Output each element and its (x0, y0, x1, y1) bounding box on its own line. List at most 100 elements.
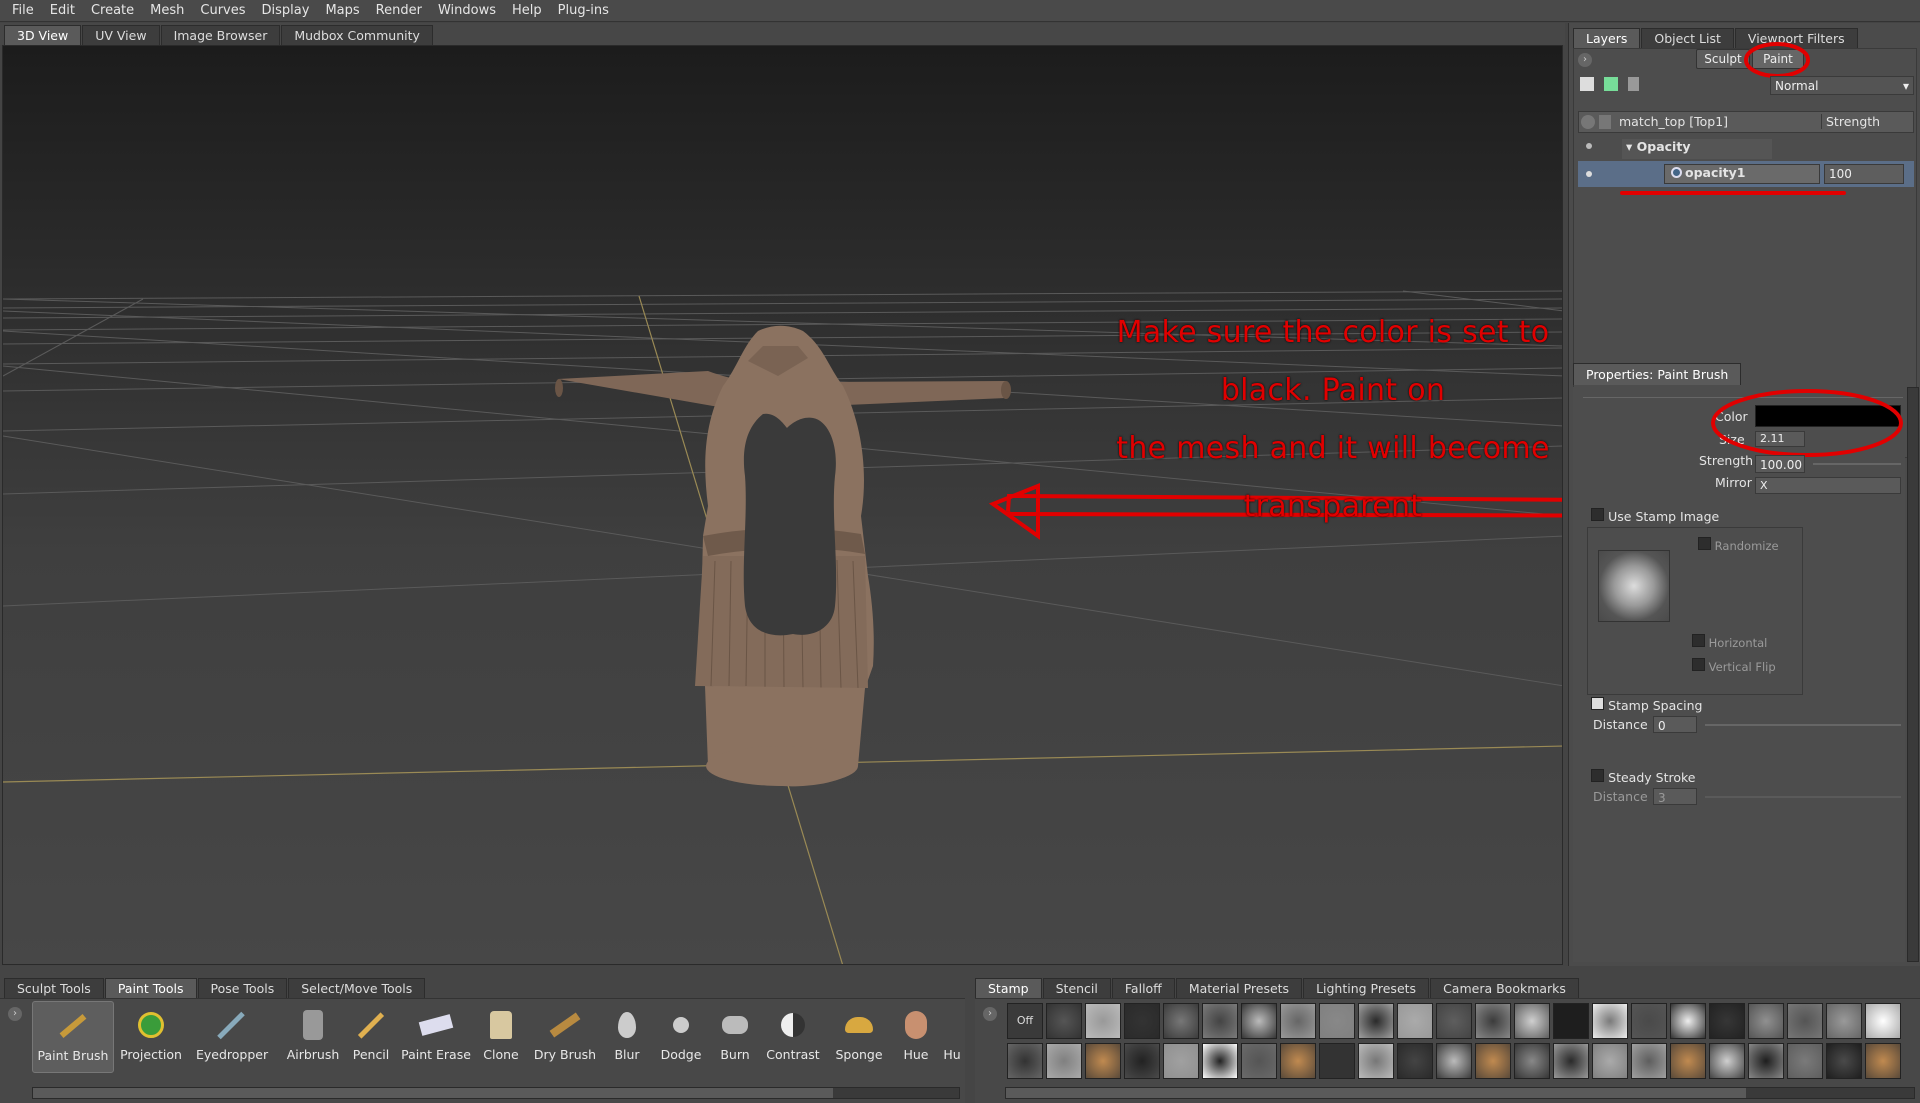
stamp-off-button[interactable]: Off (1007, 1003, 1043, 1039)
menu-plugins[interactable]: Plug-ins (550, 0, 617, 22)
new-layer-icon[interactable] (1580, 77, 1594, 91)
tools-scrollbar[interactable] (32, 1087, 960, 1099)
tab-falloff[interactable]: Falloff (1111, 978, 1175, 998)
visibility-dot-icon[interactable] (1586, 143, 1592, 149)
stamp-thumbnail[interactable] (1631, 1043, 1667, 1079)
stamp-thumbnail[interactable] (1553, 1003, 1589, 1039)
stamp-thumbnail[interactable] (1241, 1003, 1277, 1039)
stamp-thumbnail[interactable] (1085, 1043, 1121, 1079)
mirror-select[interactable]: X (1755, 477, 1901, 494)
tab-material-presets[interactable]: Material Presets (1175, 978, 1303, 998)
horizontal-checkbox[interactable] (1692, 634, 1705, 647)
stamp-thumbnail[interactable] (1631, 1003, 1667, 1039)
stamp-thumbnail[interactable] (1514, 1043, 1550, 1079)
shelf-collapse-icon[interactable]: › (983, 1007, 997, 1021)
vertical-flip-row[interactable]: Vertical Flip (1692, 658, 1776, 674)
stamp-thumbnail[interactable] (1670, 1003, 1706, 1039)
merge-layer-icon[interactable] (1604, 77, 1618, 91)
stamp-thumbnail[interactable] (1241, 1043, 1277, 1079)
tab-object-list[interactable]: Object List (1641, 28, 1734, 48)
randomize-checkbox[interactable] (1698, 537, 1711, 550)
blend-mode-select[interactable]: Normal ▾ (1770, 76, 1914, 95)
stamp-thumbnail[interactable] (1865, 1003, 1901, 1039)
scroll-thumb[interactable] (33, 1088, 833, 1098)
tool-contrast[interactable]: Contrast (758, 1001, 828, 1073)
layer-row-opacity1[interactable]: opacity1 100 (1578, 161, 1914, 187)
tool-projection[interactable]: Projection (116, 1001, 186, 1073)
stamp-spacing-row[interactable]: Stamp Spacing (1591, 697, 1702, 714)
menu-display[interactable]: Display (254, 0, 318, 22)
shelf-collapse-icon[interactable]: › (8, 1007, 22, 1021)
randomize-sliders[interactable] (1692, 556, 1802, 606)
stamp-thumbnail[interactable] (1748, 1043, 1784, 1079)
stamp-spacing-checkbox[interactable] (1591, 697, 1604, 710)
tab-sculpt-tools[interactable]: Sculpt Tools (4, 978, 104, 998)
tab-uv-view[interactable]: UV View (82, 25, 160, 45)
stamp-thumbnail[interactable] (1202, 1003, 1238, 1039)
tab-mudbox-community[interactable]: Mudbox Community (281, 25, 433, 45)
stamp-thumbnail[interactable] (1124, 1003, 1160, 1039)
stamp-thumbnail[interactable] (1709, 1003, 1745, 1039)
strength-field[interactable]: 100.00 (1755, 455, 1805, 473)
tab-camera-bookmarks[interactable]: Camera Bookmarks (1430, 978, 1579, 998)
stamp-thumbnail[interactable] (1397, 1003, 1433, 1039)
stamp-thumbnail[interactable] (1436, 1043, 1472, 1079)
stamp-thumbnail[interactable] (1475, 1043, 1511, 1079)
stamp-thumbnail[interactable] (1475, 1003, 1511, 1039)
stamp-thumbnail[interactable] (1046, 1003, 1082, 1039)
panel-collapse-icon[interactable]: › (1578, 53, 1592, 67)
steady-distance-slider[interactable] (1705, 796, 1901, 798)
menu-mesh[interactable]: Mesh (142, 0, 192, 22)
tool-paint-brush[interactable]: Paint Brush (32, 1001, 114, 1073)
menu-help[interactable]: Help (504, 0, 550, 22)
stamp-thumbnail[interactable] (1514, 1003, 1550, 1039)
horizontal-row[interactable]: Horizontal (1692, 634, 1767, 650)
stamp-thumbnail[interactable] (1358, 1003, 1394, 1039)
steady-stroke-checkbox[interactable] (1591, 769, 1604, 782)
stamp-thumbnail[interactable] (1280, 1003, 1316, 1039)
stamp-preview[interactable] (1598, 550, 1670, 622)
visibility-dot-icon[interactable] (1586, 171, 1592, 177)
lock-icon[interactable] (1599, 115, 1611, 129)
stamp-thumbnail[interactable] (1865, 1043, 1901, 1079)
stamp-thumbnail[interactable] (1592, 1043, 1628, 1079)
tab-3d-view[interactable]: 3D View (4, 25, 82, 45)
stamp-thumbnail[interactable] (1787, 1043, 1823, 1079)
menu-render[interactable]: Render (368, 0, 430, 22)
stamp-thumbnail[interactable] (1319, 1003, 1355, 1039)
tab-paint-tools[interactable]: Paint Tools (104, 978, 197, 998)
stamp-thumbnail[interactable] (1124, 1043, 1160, 1079)
tab-image-browser[interactable]: Image Browser (160, 25, 281, 45)
tool-eyedropper[interactable]: Eyedropper (196, 1001, 268, 1073)
layer-strength-field[interactable]: 100 (1824, 164, 1904, 184)
stamp-thumbnail[interactable] (1787, 1003, 1823, 1039)
tab-stencil[interactable]: Stencil (1042, 978, 1111, 998)
tab-lighting-presets[interactable]: Lighting Presets (1303, 978, 1430, 998)
menu-maps[interactable]: Maps (317, 0, 367, 22)
tab-stamp[interactable]: Stamp (975, 978, 1042, 998)
stamp-thumbnail[interactable] (1670, 1043, 1706, 1079)
scroll-thumb[interactable] (1006, 1088, 1746, 1098)
tool-clone[interactable]: Clone (466, 1001, 536, 1073)
tool-paint-erase[interactable]: Paint Erase (400, 1001, 472, 1073)
tab-layers[interactable]: Layers (1573, 28, 1641, 48)
tool-dry-brush[interactable]: Dry Brush (530, 1001, 600, 1073)
tab-select-move-tools[interactable]: Select/Move Tools (288, 978, 426, 998)
eye-icon[interactable] (1581, 115, 1595, 129)
distance-field[interactable]: 0 (1653, 716, 1697, 733)
menu-file[interactable]: File (4, 0, 42, 22)
tool-pencil[interactable]: Pencil (336, 1001, 406, 1073)
steady-stroke-row[interactable]: Steady Stroke (1591, 769, 1695, 786)
use-stamp-image-checkbox[interactable] (1591, 508, 1604, 521)
stamp-thumbnail[interactable] (1592, 1003, 1628, 1039)
stamp-thumbnail[interactable] (1163, 1043, 1199, 1079)
distance-slider[interactable] (1705, 724, 1901, 726)
stamp-thumbnail[interactable] (1826, 1043, 1862, 1079)
stamp-thumbnail[interactable] (1163, 1003, 1199, 1039)
strength-slider[interactable] (1813, 463, 1901, 465)
stamp-thumbnail[interactable] (1280, 1043, 1316, 1079)
tab-properties-paint-brush[interactable]: Properties: Paint Brush (1573, 363, 1742, 385)
stamp-thumbnail[interactable] (1748, 1003, 1784, 1039)
delete-layer-icon[interactable] (1628, 77, 1639, 91)
stamp-thumbnail[interactable] (1202, 1043, 1238, 1079)
